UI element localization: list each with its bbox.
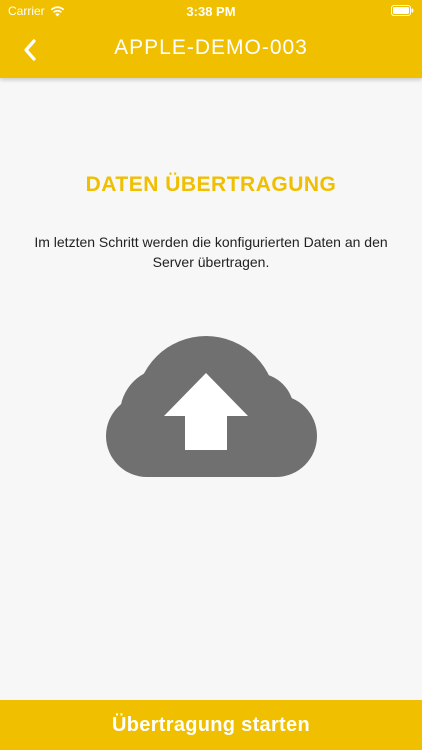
app-header: Carrier 3:38 PM APPLE-DEMO-003 (0, 0, 422, 78)
section-title: DATEN ÜBERTRAGUNG (85, 173, 337, 196)
start-transfer-button[interactable]: Übertragung starten (0, 700, 422, 750)
battery-icon (391, 5, 414, 16)
cloud-upload-icon (106, 336, 317, 477)
navigation-bar: APPLE-DEMO-003 (0, 22, 422, 78)
status-time: 3:38 PM (186, 4, 236, 19)
status-bar: Carrier 3:38 PM (0, 0, 422, 22)
description-text: Im letzten Schritt werden die konfigurie… (34, 234, 388, 270)
page-title: APPLE-DEMO-003 (114, 36, 308, 59)
main-content: DATEN ÜBERTRAGUNG Im letzten Schritt wer… (0, 78, 422, 700)
